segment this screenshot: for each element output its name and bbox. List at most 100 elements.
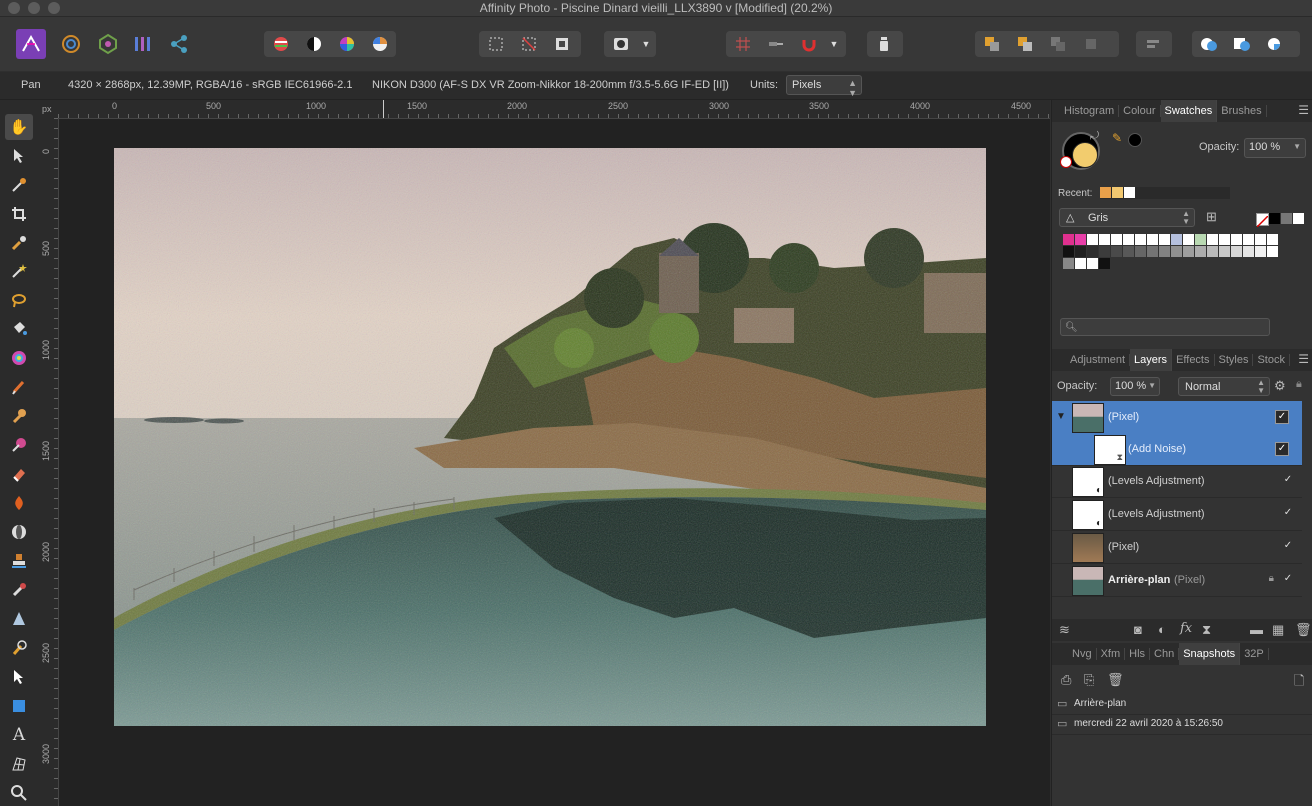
restore-snapshot-icon[interactable]: ⎙ [1061, 672, 1071, 688]
none-swatch-icon[interactable] [1256, 213, 1269, 228]
move-to-back-icon[interactable] [975, 31, 1008, 57]
color-replacement-icon[interactable] [5, 432, 33, 458]
export-persona-icon[interactable] [164, 29, 194, 59]
black-swatch[interactable] [1269, 213, 1280, 224]
palette-swatch[interactable] [1231, 234, 1242, 245]
layer-row[interactable]: ⧗ (Add Noise) ✓ [1052, 433, 1302, 466]
palette-swatch[interactable] [1207, 246, 1218, 257]
snapshot-item[interactable]: ▭ mercredi 22 avril 2020 à 15:26:50 [1052, 714, 1312, 735]
palette-swatch[interactable] [1159, 234, 1170, 245]
palette-swatch[interactable] [1123, 246, 1134, 257]
palette-swatch[interactable] [1099, 234, 1110, 245]
palette-swatch[interactable] [1171, 234, 1182, 245]
palette-swatch[interactable] [1111, 234, 1122, 245]
swatch-search-field[interactable]: 🔍︎ [1060, 318, 1270, 336]
snapping-magnet-icon[interactable] [792, 31, 825, 57]
layer-visibility-checkbox[interactable]: ✓ [1282, 540, 1294, 552]
paint-brush-icon[interactable] [5, 374, 33, 400]
add-pixel-layer-icon[interactable]: ▦ [1272, 622, 1284, 638]
move-forward-one-icon[interactable] [1041, 31, 1074, 57]
tab-transform[interactable]: Xfm [1097, 648, 1126, 660]
layer-row[interactable]: Arrière-plan (Pixel) 🔒︎ ✓ [1052, 564, 1302, 597]
palette-options-icon[interactable]: ⊞ [1206, 209, 1217, 225]
panel-menu-icon[interactable]: ☰ [1298, 103, 1309, 117]
layer-visibility-checkbox[interactable]: ✓ [1275, 442, 1289, 456]
document-image[interactable] [114, 148, 986, 726]
tab-colour[interactable]: Colour [1119, 105, 1161, 117]
recent-swatch[interactable] [1112, 187, 1123, 198]
selection-brush-icon[interactable] [5, 230, 33, 256]
node-tool-icon[interactable] [5, 664, 33, 690]
burn-tool-icon[interactable] [5, 490, 33, 516]
tab-snapshots[interactable]: Snapshots [1179, 643, 1241, 665]
palette-swatch[interactable] [1207, 234, 1218, 245]
gradient-tool-icon[interactable] [5, 345, 33, 371]
palette-swatch[interactable] [1147, 234, 1158, 245]
new-document-from-snapshot-icon[interactable]: 🗋︎ [1294, 672, 1304, 694]
palette-swatch[interactable] [1075, 246, 1086, 257]
lock-icon[interactable]: 🔒︎ [1296, 378, 1302, 391]
folder-icon[interactable]: ▬ [1250, 622, 1263, 637]
palette-swatch[interactable] [1267, 234, 1278, 245]
palette-swatch[interactable] [1135, 234, 1146, 245]
quick-mask-icon[interactable] [604, 31, 637, 57]
palette-swatch[interactable] [1087, 258, 1098, 269]
deselect-icon[interactable] [512, 31, 545, 57]
tab-history[interactable]: Hls [1125, 648, 1151, 660]
assistant-icon[interactable] [867, 31, 900, 57]
layer-visibility-checkbox[interactable]: ✓ [1282, 573, 1294, 585]
tab-layers[interactable]: Layers [1130, 349, 1173, 371]
develop-persona-icon[interactable] [93, 29, 123, 59]
palette-swatch[interactable] [1135, 246, 1146, 257]
tab-histogram[interactable]: Histogram [1060, 105, 1120, 117]
marquee-select-icon[interactable] [479, 31, 512, 57]
live-filter-icon[interactable]: ⧗ [1202, 622, 1211, 638]
tab-navigator[interactable]: Nvg [1068, 648, 1097, 660]
tab-styles[interactable]: Styles [1215, 354, 1254, 366]
move-back-one-icon[interactable] [1008, 31, 1041, 57]
mesh-warp-icon[interactable] [5, 751, 33, 777]
lock-icon[interactable]: 🔒︎ [1269, 573, 1274, 584]
palette-swatch[interactable] [1219, 234, 1230, 245]
tab-stock[interactable]: Stock [1253, 354, 1290, 366]
layers-stack-icon[interactable]: ≋ [1059, 622, 1070, 638]
intersect-boolean-icon[interactable] [1258, 31, 1291, 57]
tab-channels[interactable]: Chn [1150, 648, 1180, 660]
layer-visibility-checkbox[interactable]: ✓ [1275, 410, 1289, 424]
view-tool-hand-icon[interactable]: ✋ [5, 114, 33, 140]
palette-swatch[interactable] [1075, 234, 1086, 245]
layer-row[interactable]: (Pixel) ✓ [1052, 531, 1302, 564]
palette-swatch[interactable] [1159, 246, 1170, 257]
palette-swatch[interactable] [1255, 246, 1266, 257]
dodge-tool-icon[interactable] [5, 403, 33, 429]
palette-swatch[interactable] [1195, 234, 1206, 245]
units-select[interactable]: Pixels ▲ ▼ [786, 75, 862, 98]
recent-swatch[interactable] [1100, 187, 1111, 198]
invert-selection-icon[interactable] [545, 31, 578, 57]
color-picker-icon[interactable] [5, 172, 33, 198]
palette-swatch[interactable] [1099, 258, 1110, 269]
palette-swatch[interactable] [1111, 246, 1122, 257]
retouch-brush-icon[interactable] [5, 635, 33, 661]
palette-swatch[interactable] [1075, 258, 1086, 269]
palette-swatch[interactable] [1063, 234, 1074, 245]
gear-icon[interactable]: ⚙ [1274, 378, 1286, 394]
tab-effects[interactable]: Effects [1172, 354, 1215, 366]
white-swatch[interactable] [1293, 213, 1304, 224]
panel-menu-icon[interactable]: ☰ [1298, 352, 1309, 366]
flood-fill-icon[interactable] [5, 316, 33, 342]
palette-swatch[interactable] [1243, 234, 1254, 245]
freehand-select-icon[interactable] [5, 287, 33, 313]
mask-layer-icon[interactable]: ◙ [1134, 622, 1142, 637]
black-white-icon[interactable] [297, 31, 330, 57]
swap-colors-icon[interactable]: ⤾ [1090, 130, 1099, 143]
palette-swatch[interactable] [1087, 246, 1098, 257]
layer-row[interactable]: ◐ (Levels Adjustment) ✓ [1052, 498, 1302, 531]
delete-snapshot-icon[interactable]: 🗑︎ [1107, 672, 1124, 688]
add-snapshot-icon[interactable]: ⎘ [1084, 672, 1094, 688]
palette-swatch[interactable] [1183, 246, 1194, 257]
liquify-persona-icon[interactable] [56, 29, 86, 59]
add-boolean-icon[interactable] [1192, 31, 1225, 57]
secondary-color-well[interactable] [1072, 142, 1098, 168]
blend-mode-select[interactable]: Normal ▲ ▼ [1178, 377, 1270, 396]
